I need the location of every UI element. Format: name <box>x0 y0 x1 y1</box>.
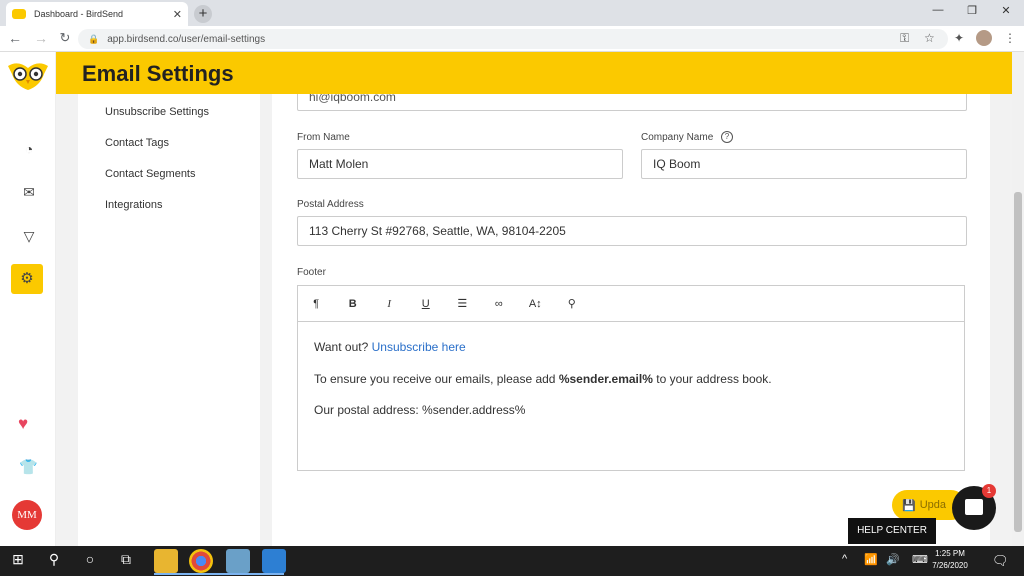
postal-address-value: 113 Cherry St #92768, Seattle, WA, 98104… <box>309 224 566 238</box>
subnav-item-integrations[interactable]: Integrations <box>105 199 162 211</box>
editor-toolbar: ¶ B I U ☰ ∞ A↕ ⚲ <box>298 286 964 322</box>
sender-email-token: %sender.email% <box>558 372 653 386</box>
file-explorer-icon[interactable] <box>154 549 178 573</box>
italic-icon[interactable]: I <box>371 298 408 310</box>
clock-date: 7/26/2020 <box>932 561 968 570</box>
help-question-icon[interactable]: ? <box>721 131 733 143</box>
profile-avatar[interactable] <box>976 30 992 46</box>
update-label: Upda <box>919 499 946 511</box>
link-icon[interactable]: ∞ <box>481 298 518 310</box>
subnav-item-contact-segments[interactable]: Contact Segments <box>105 168 196 180</box>
footer-line-unsubscribe: Want out? Unsubscribe here <box>314 340 466 354</box>
company-name-label: Company Name <box>641 132 714 143</box>
filter-icon[interactable]: ▽ <box>18 225 40 247</box>
new-tab-button[interactable]: + <box>194 5 212 23</box>
forward-icon[interactable]: → <box>32 30 50 46</box>
url-field[interactable]: 🔒 app.birdsend.co/user/email-settings <box>78 29 948 49</box>
help-center-button[interactable]: HELP CENTER <box>848 518 936 544</box>
tab-close-icon[interactable]: ✕ <box>173 8 182 21</box>
chat-widget-button[interactable]: 1 <box>952 484 996 530</box>
star-icon[interactable]: ☆ <box>924 31 935 45</box>
notepad-app-icon[interactable] <box>226 549 250 573</box>
footer-line-address-book: To ensure you receive our emails, please… <box>314 372 772 386</box>
minimize-icon[interactable]: — <box>928 4 948 16</box>
tray-chevron-icon[interactable]: ^ <box>842 553 847 565</box>
notifications-icon[interactable]: 🗨 <box>992 553 1009 569</box>
underline-icon[interactable]: U <box>408 298 445 310</box>
key-icon[interactable]: ⚿ <box>900 31 909 46</box>
chat-badge: 1 <box>982 484 996 498</box>
postal-address-field[interactable]: 113 Cherry St #92768, Seattle, WA, 98104… <box>297 216 967 246</box>
photos-app-icon[interactable] <box>262 549 286 573</box>
company-name-value: IQ Boom <box>653 157 701 171</box>
from-name-label: From Name <box>297 132 350 143</box>
clock-time: 1:25 PM <box>935 549 965 558</box>
subnav-item-unsubscribe-settings[interactable]: Unsubscribe Settings <box>105 106 209 118</box>
lock-icon: 🔒 <box>88 33 100 44</box>
browser-tab[interactable]: Dashboard - BirdSend ✕ <box>6 2 188 26</box>
shirt-icon[interactable]: 👕 <box>19 458 38 476</box>
from-name-value: Matt Molen <box>309 157 369 171</box>
align-icon[interactable]: ☰ <box>444 297 481 310</box>
company-name-field[interactable]: IQ Boom <box>641 149 967 179</box>
from-name-field[interactable]: Matt Molen <box>297 149 623 179</box>
footer-label: Footer <box>297 267 326 278</box>
extensions-icon[interactable]: ✦ <box>954 31 964 45</box>
footer-line-postal: Our postal address: %sender.address% <box>314 403 526 417</box>
reload-icon[interactable]: ↻ <box>56 30 74 46</box>
restore-icon[interactable]: ❐ <box>962 4 982 17</box>
active-app-indicator <box>154 573 284 575</box>
dashboard-icon[interactable]: ◔ <box>18 138 40 160</box>
address-book-prefix: To ensure you receive our emails, please… <box>314 372 556 386</box>
system-clock[interactable]: 1:25 PM 7/26/2020 <box>928 548 972 572</box>
cortana-icon[interactable]: ○ <box>76 551 104 567</box>
search-icon[interactable]: ⚲ <box>40 551 68 568</box>
footer-rich-text-editor[interactable]: ¶ B I U ☰ ∞ A↕ ⚲ Want out? Unsubscribe h… <box>297 285 965 471</box>
heart-icon[interactable]: ♥ <box>18 414 28 434</box>
settings-gear-icon[interactable]: ⚙ <box>11 264 43 294</box>
task-view-icon[interactable]: ⧉ <box>112 551 140 568</box>
settings-subnav: Unsubscribe Settings Contact Tags Contac… <box>78 94 260 546</box>
unsubscribe-prompt: Want out? <box>314 340 369 354</box>
user-avatar[interactable]: MM <box>12 500 42 530</box>
window-close-icon[interactable]: ✕ <box>996 4 1016 17</box>
tab-title: Dashboard - BirdSend <box>34 9 124 19</box>
chrome-icon[interactable] <box>189 549 213 573</box>
back-icon[interactable]: ← <box>6 30 24 46</box>
windows-start-icon[interactable]: ⊞ <box>4 551 32 568</box>
scrollbar-thumb[interactable] <box>1014 192 1022 532</box>
subnav-item-contact-tags[interactable]: Contact Tags <box>105 137 169 149</box>
personalize-user-icon[interactable]: ⚲ <box>554 297 591 310</box>
chat-bubble-icon <box>965 499 983 515</box>
postal-address-label: Postal Address <box>297 199 364 210</box>
page-title-overlay: Email Settings <box>82 61 234 86</box>
unsubscribe-link[interactable]: Unsubscribe here <box>372 340 466 354</box>
mail-icon[interactable]: ✉ <box>18 181 40 203</box>
paragraph-icon[interactable]: ¶ <box>298 298 335 310</box>
keyboard-icon[interactable]: ⌨ <box>912 553 928 566</box>
save-icon: 💾 <box>902 499 916 512</box>
font-size-icon[interactable]: A↕ <box>517 298 554 310</box>
birdsend-logo-icon[interactable] <box>6 60 50 92</box>
more-menu-icon[interactable]: ⋮ <box>1004 31 1016 45</box>
birdsend-favicon-icon <box>12 9 26 19</box>
url-text: app.birdsend.co/user/email-settings <box>107 33 266 45</box>
network-icon[interactable]: 📶 <box>864 553 878 566</box>
volume-icon[interactable]: 🔊 <box>886 553 900 566</box>
bold-icon[interactable]: B <box>335 298 372 310</box>
address-book-suffix: to your address book. <box>656 372 772 386</box>
